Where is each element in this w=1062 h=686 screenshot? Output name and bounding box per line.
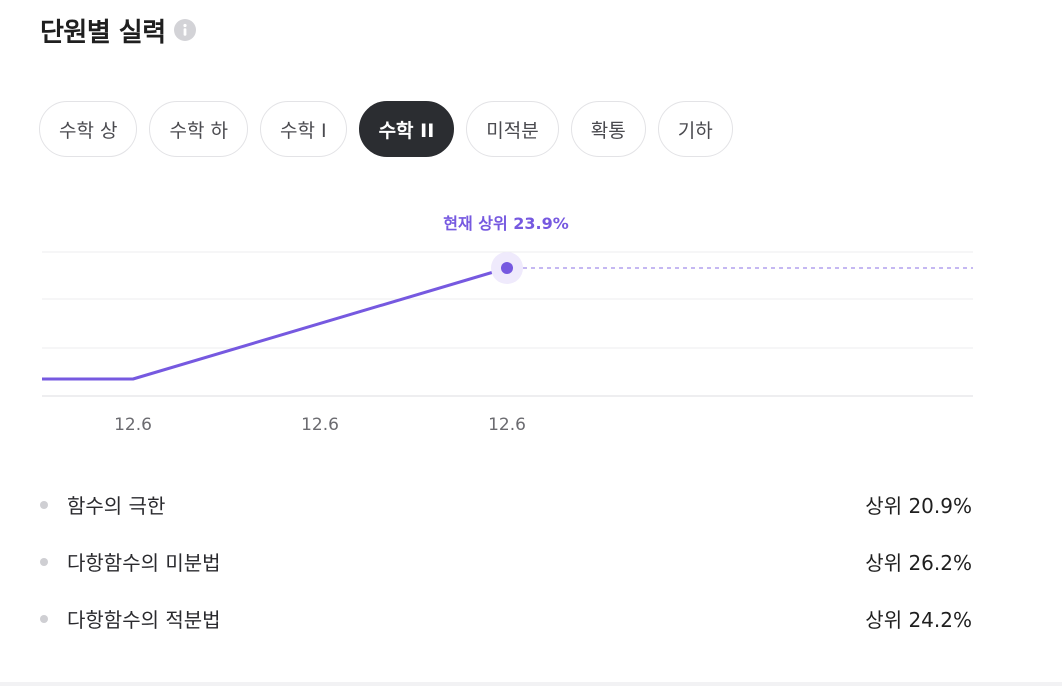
unit-rank: 상위 24.2%: [865, 608, 972, 632]
list-item: 다항함수의 적분법 상위 24.2%: [40, 590, 972, 647]
bullet-dot: [40, 500, 48, 509]
tab-math-1[interactable]: 수학 I: [259, 101, 347, 157]
section-title: 단원별 실력: [40, 17, 166, 48]
unit-left: 다항함수의 미분법: [40, 547, 221, 576]
section-header: 단원별 실력: [40, 8, 196, 52]
info-icon[interactable]: [173, 19, 196, 41]
list-item: 함수의 극한 상위 20.9%: [40, 476, 972, 533]
tab-probability-statistics[interactable]: 확통: [570, 101, 646, 157]
unit-name: 함수의 극한: [67, 494, 166, 518]
list-item: 다항함수의 미분법 상위 26.2%: [40, 533, 972, 590]
rank-chart-svg: 현재 상위 23.9% 12.6 12.6 12.6: [42, 214, 973, 435]
unit-rank: 상위 20.9%: [865, 494, 972, 518]
x-tick-label: 12.6: [114, 415, 152, 435]
tab-calculus[interactable]: 미적분: [466, 101, 559, 157]
current-rank-callout: 현재 상위 23.9%: [443, 214, 569, 233]
x-tick-label: 12.6: [301, 415, 339, 435]
unit-rank: 상위 26.2%: [865, 551, 972, 575]
tab-math-lower[interactable]: 수학 하: [149, 101, 248, 157]
bullet-dot: [40, 614, 48, 623]
unit-name: 다항함수의 미분법: [67, 551, 221, 575]
tab-math-upper[interactable]: 수학 상: [39, 101, 138, 157]
tab-math-2[interactable]: 수학 II: [358, 101, 455, 157]
unit-rank-list: 함수의 극한 상위 20.9% 다항함수의 미분법 상위 26.2% 다항함수의…: [40, 476, 972, 647]
unit-name: 다항함수의 적분법: [67, 608, 221, 632]
unit-left: 함수의 극한: [40, 490, 165, 519]
unit-rank-chart: 현재 상위 23.9% 12.6 12.6 12.6: [0, 200, 1062, 450]
unit-left: 다항함수의 적분법: [40, 604, 221, 633]
bullet-dot: [40, 557, 48, 566]
tab-geometry[interactable]: 기하: [657, 101, 733, 157]
subject-tabs: 수학 상 수학 하 수학 I 수학 II 미적분 확통 기하: [39, 101, 733, 157]
current-point[interactable]: [501, 262, 513, 274]
x-tick-label: 12.6: [488, 415, 526, 435]
rank-line: [42, 266, 508, 381]
bottom-divider: [0, 682, 1062, 686]
